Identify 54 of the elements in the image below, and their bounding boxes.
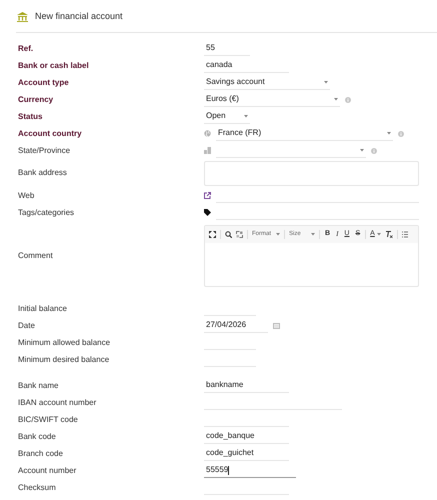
- field-label: IBAN account number: [17, 396, 98, 408]
- globe-icon: [204, 130, 211, 137]
- dropdown[interactable]: France (FR): [216, 126, 393, 140]
- clear-format-icon: [384, 231, 393, 238]
- input-field[interactable]: 55559: [204, 464, 296, 478]
- caret-icon: [387, 132, 391, 134]
- input-field[interactable]: code_guichet: [204, 446, 289, 460]
- caret-icon: [360, 148, 364, 152]
- field-label: Minimum allowed balance: [17, 336, 112, 348]
- field-label: Branch code: [17, 448, 64, 460]
- input-field[interactable]: canada: [204, 58, 289, 72]
- dropdown[interactable]: Euros (€): [204, 92, 340, 106]
- bank-icon: [17, 12, 28, 22]
- field-label: Bank address: [17, 167, 68, 179]
- tag-icon: [204, 209, 211, 216]
- list-icon: [402, 231, 408, 238]
- external-link-icon: [204, 192, 211, 199]
- calendar-icon: [273, 322, 280, 328]
- field-label: Ref.: [17, 42, 34, 54]
- caret-icon: [276, 233, 280, 236]
- field-label: Checksum: [17, 482, 57, 494]
- replace-icon: [236, 231, 243, 238]
- buildings-icon: [204, 147, 211, 154]
- text-area[interactable]: [204, 160, 419, 186]
- field-label: State/Province: [17, 144, 72, 156]
- field-label: Currency: [17, 94, 54, 106]
- dropdown[interactable]: Open: [204, 110, 250, 124]
- field-label: Date: [17, 320, 36, 332]
- search-icon: [225, 231, 232, 238]
- caret-icon: [334, 98, 338, 100]
- caret-icon: [311, 233, 315, 236]
- field-label: Status: [17, 110, 44, 122]
- field-label: Bank or cash label: [17, 60, 90, 72]
- maximize-icon: [209, 231, 216, 238]
- input-field[interactable]: bankname: [204, 378, 289, 392]
- input-field[interactable]: code_banque: [204, 430, 289, 444]
- field-label: Web: [17, 190, 36, 202]
- field-label: Tags/categories: [17, 206, 76, 218]
- field-label: Minimum desired balance: [17, 354, 110, 366]
- dropdown[interactable]: Savings account: [204, 76, 330, 90]
- field-label: Comment: [17, 250, 54, 262]
- caret-icon: [324, 80, 328, 84]
- page-title: New financial account: [35, 10, 123, 23]
- field-label: Bank name: [17, 380, 60, 392]
- field-label: Bank code: [17, 430, 57, 442]
- field-label: BIC/SWIFT code: [17, 414, 79, 426]
- input-field[interactable]: 55: [204, 42, 250, 56]
- input-field[interactable]: 27/04/2026: [204, 318, 268, 332]
- caret-icon: [244, 114, 248, 118]
- caret-icon: [376, 233, 381, 236]
- field-label: Account type: [17, 76, 70, 88]
- field-label: Account country: [17, 128, 83, 140]
- field-label: Account number: [17, 464, 78, 476]
- field-label: Initial balance: [17, 302, 68, 314]
